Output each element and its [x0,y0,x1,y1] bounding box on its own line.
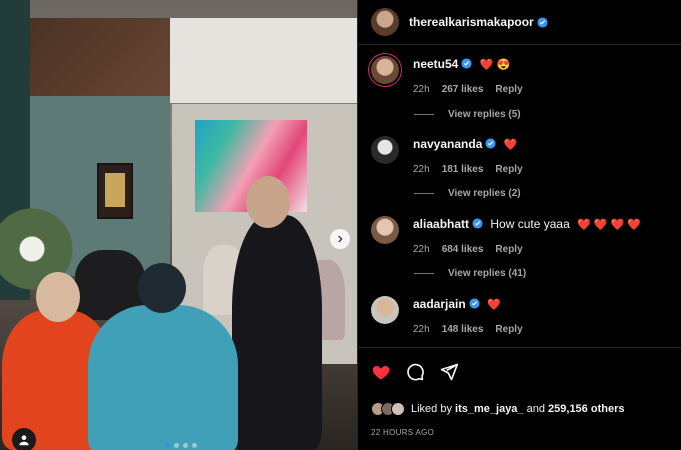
author-avatar[interactable] [371,8,399,36]
media-background [170,18,357,103]
reply-button[interactable]: Reply [495,82,522,98]
comment-username[interactable]: aadarjain [413,297,466,311]
comment-emojis: ❤️ ❤️ ❤️ ❤️ [577,219,642,231]
liker-avatar [391,402,405,416]
post-media[interactable] [0,0,357,450]
divider-line [414,193,434,194]
carousel-dot [183,443,188,448]
carousel-dots [165,443,197,448]
view-replies-label: View replies (41) [448,268,527,279]
liked-by-user[interactable]: its_me_jaya_ [455,403,524,415]
view-replies-button[interactable]: View replies (41) [414,268,526,279]
comment-username[interactable]: neetu54 [413,57,458,71]
verified-icon [461,58,472,69]
author-username[interactable]: therealkarismakapoor [409,15,534,29]
comment-username[interactable]: aliaabhatt [413,217,469,231]
post-timestamp[interactable]: 22 HOURS AGO [371,428,669,437]
liked-by-count[interactable]: 259,156 others [548,403,624,415]
view-replies-button[interactable]: View replies (2) [414,188,521,199]
comment-time: 22h [413,324,430,335]
comment-likes[interactable]: 684 likes [442,242,484,258]
media-background [30,18,170,96]
action-icons [371,360,669,384]
media-person [88,305,238,450]
media-person [246,176,290,228]
liker-avatars [371,402,405,416]
user-icon [19,435,29,446]
comment-username[interactable]: navyananda [413,137,482,151]
divider-line [414,114,434,115]
liked-by-and: and [526,403,545,415]
carousel-dot [174,443,179,448]
carousel-dot [165,443,170,448]
commenter-avatar[interactable] [371,216,399,244]
commenter-avatar[interactable] [371,56,399,84]
carousel-dot [192,443,197,448]
reply-button[interactable]: Reply [495,242,522,258]
comment-time: 22h [413,164,430,175]
tagged-users-button[interactable] [12,428,36,450]
carousel-next-button[interactable] [330,229,350,249]
comment-time: 22h [413,84,430,95]
chevron-right-icon [338,235,343,243]
commenter-avatar[interactable] [371,136,399,164]
comment-emojis: ❤️ [487,299,501,311]
comment: navyananda ❤️ 22h 181 likes Reply [371,136,671,178]
liked-by-prefix: Liked by [411,403,452,415]
view-replies-label: View replies (5) [448,109,521,120]
comment-likes[interactable]: 148 likes [442,322,484,338]
share-icon[interactable] [439,362,459,382]
comment-emojis: ❤️ [503,139,518,151]
verified-icon [537,16,548,28]
view-replies-button[interactable]: View replies (5) [414,109,521,120]
verified-icon [469,298,480,309]
comment-likes[interactable]: 181 likes [442,162,484,178]
media-person [138,263,186,313]
commenter-avatar[interactable] [371,296,399,324]
reply-button[interactable]: Reply [495,322,522,338]
comment: neetu54 ❤️ 😍 22h 267 likes Reply [371,56,671,98]
comment-text: How cute yaaa [490,217,570,231]
divider-line [414,273,434,274]
heart-icon[interactable] [371,362,391,382]
post-actions: Liked by its_me_jaya_ and 259,156 others… [358,347,681,437]
view-replies-label: View replies (2) [448,188,521,199]
verified-icon [472,218,483,229]
comment: aliaabhatt How cute yaaa ❤️ ❤️ ❤️ ❤️ 22h… [371,216,671,258]
liked-by: Liked by its_me_jaya_ and 259,156 others [371,402,669,416]
comment: aadarjain ❤️ 22h 148 likes Reply [371,296,671,338]
reply-button[interactable]: Reply [495,162,522,178]
comment-emojis: ❤️ 😍 [479,59,511,71]
verified-icon [485,138,496,149]
post-header: therealkarismakapoor [358,0,681,45]
comment-icon[interactable] [405,362,425,382]
comment-likes[interactable]: 267 likes [442,82,484,98]
comment-time: 22h [413,244,430,255]
media-person [232,215,322,450]
comments-panel: therealkarismakapoor neetu54 ❤️ 😍 22h 26… [357,0,681,450]
media-person [36,272,80,322]
media-frame [97,163,133,219]
